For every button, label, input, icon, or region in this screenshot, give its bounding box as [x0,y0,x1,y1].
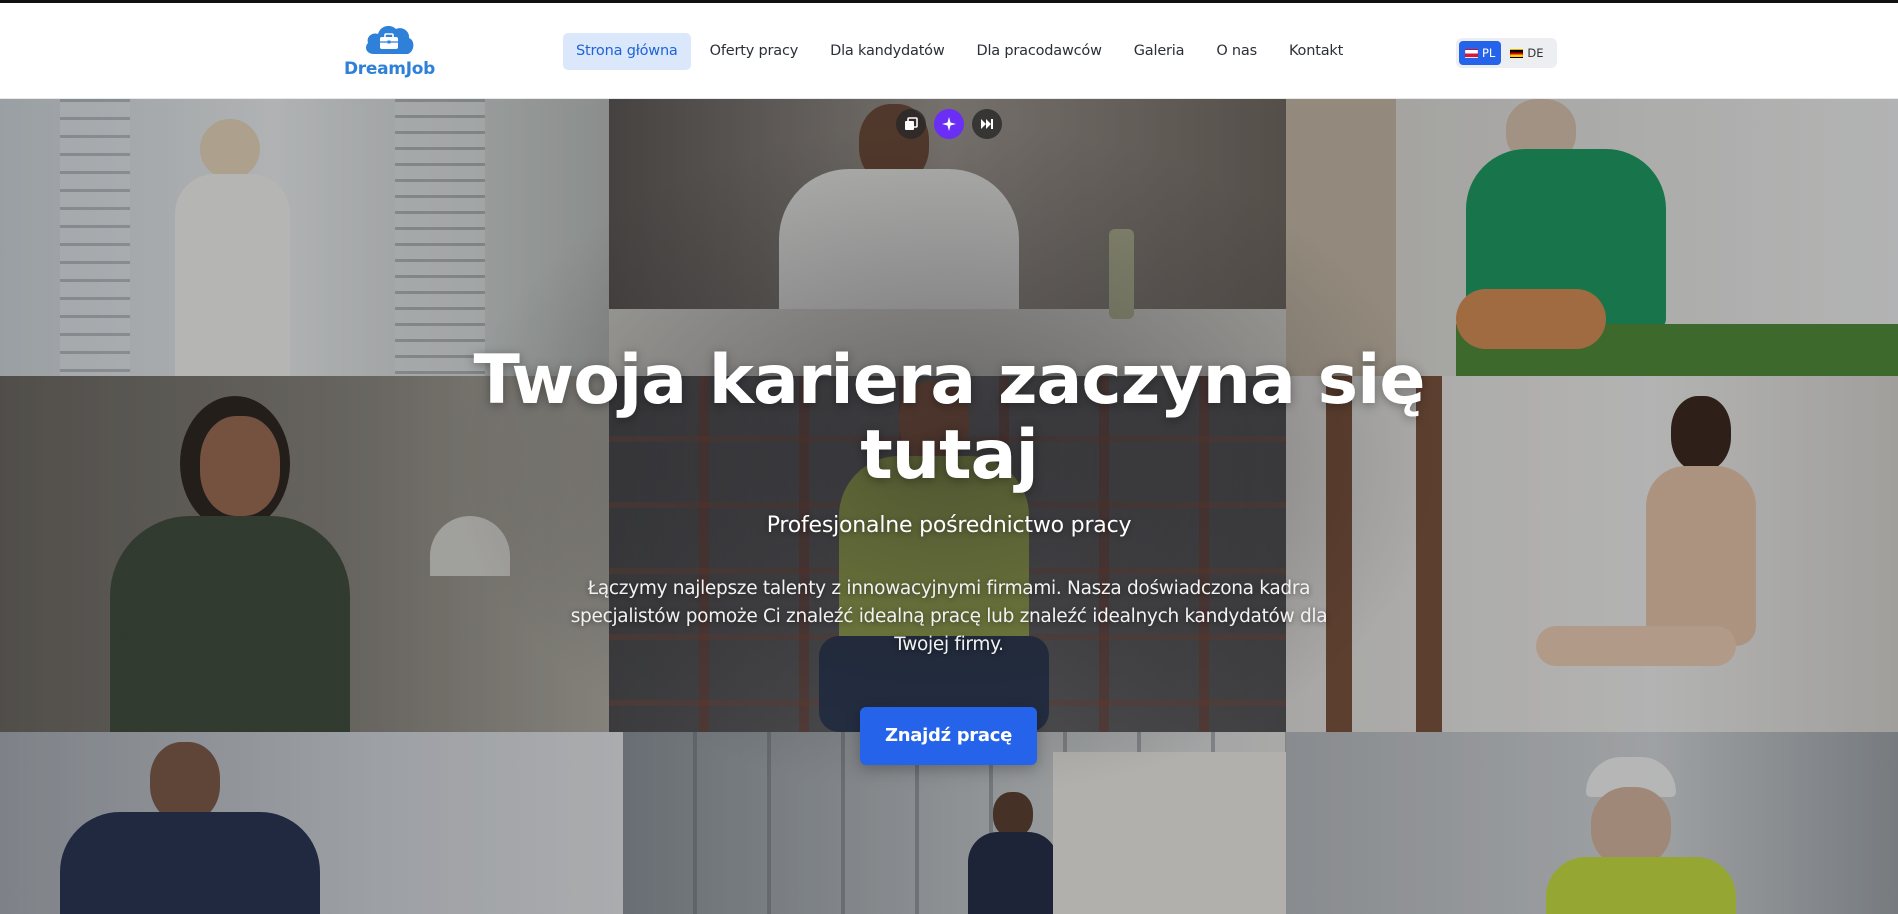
nav-item-employers[interactable]: Dla pracodawców [964,33,1115,70]
hero-subtitle: Profesjonalne pośrednictwo pracy [766,513,1132,538]
briefcase-cloud-icon [366,25,414,54]
flag-germany-icon [1510,48,1524,58]
hero-section: Twoja kariera zaczyna się tutaj Profesjo… [0,99,1898,914]
lang-pl-button[interactable]: PL [1459,41,1502,65]
language-switcher: PL DE [1456,38,1557,68]
nav-item-about[interactable]: O nas [1203,33,1270,70]
skip-forward-icon[interactable] [972,109,1002,139]
nav-item-home[interactable]: Strona główna [563,33,691,70]
lang-de-button[interactable]: DE [1504,41,1549,65]
brand-logo[interactable]: DreamJob [344,20,435,84]
hero-description: Łączymy najlepsze talenty z innowacyjnym… [570,578,1328,655]
hero-title: Twoja kariera zaczyna się tutaj [473,341,1425,495]
main-nav: Strona główna Oferty pracy Dla kandydató… [563,33,1362,70]
site-header: DreamJob Strona główna Oferty pracy Dla … [0,3,1898,99]
brand-name: DreamJob [344,59,435,79]
hero-overlay [0,99,1898,914]
nav-item-contact[interactable]: Kontakt [1276,33,1356,70]
lang-de-label: DE [1527,46,1544,60]
find-job-button[interactable]: Znajdź pracę [860,707,1037,765]
sparkle-icon[interactable] [934,109,964,139]
nav-item-gallery[interactable]: Galeria [1121,33,1198,70]
nav-item-candidates[interactable]: Dla kandydatów [817,33,957,70]
nav-item-job-offers[interactable]: Oferty pracy [697,33,811,70]
flag-poland-icon [1465,48,1478,58]
copy-icon[interactable] [896,109,926,139]
lang-pl-label: PL [1482,46,1496,60]
